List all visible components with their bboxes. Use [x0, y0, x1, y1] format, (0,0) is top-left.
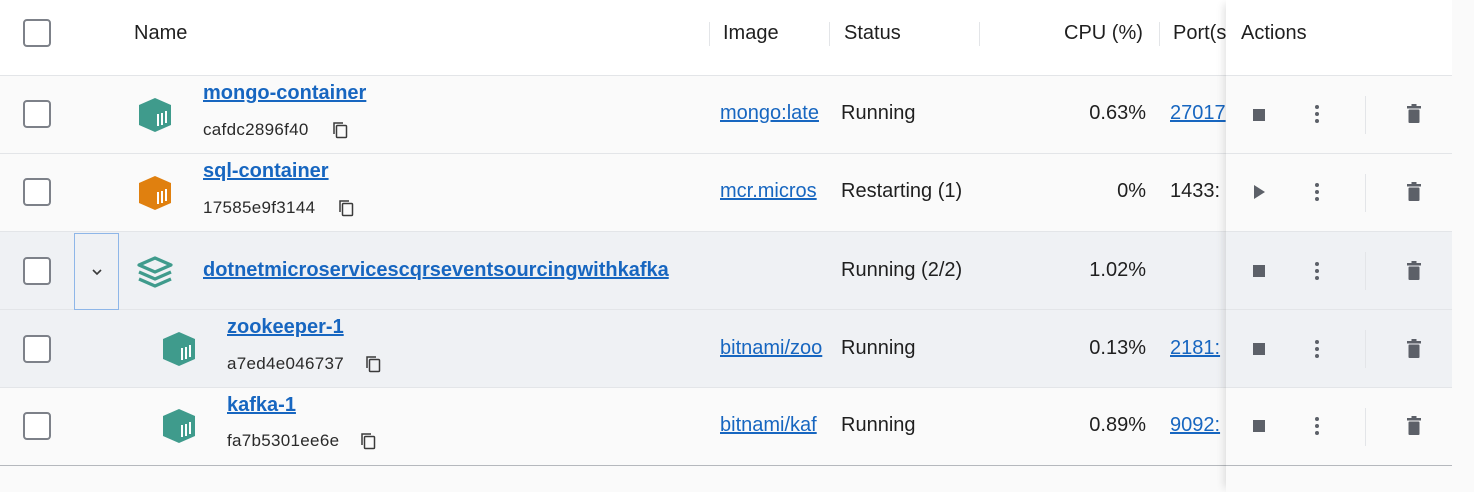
- more-options-icon[interactable]: [1315, 105, 1319, 126]
- image-link[interactable]: bitnami/kaf: [720, 414, 830, 437]
- divider: [1365, 408, 1366, 446]
- start-icon[interactable]: [1254, 185, 1265, 199]
- status-text: Running (2/2): [841, 259, 963, 281]
- copy-icon[interactable]: [365, 355, 381, 373]
- more-options-icon[interactable]: [1315, 340, 1319, 361]
- copy-icon[interactable]: [338, 199, 354, 217]
- row-checkbox[interactable]: [23, 100, 51, 128]
- column-divider[interactable]: [829, 22, 830, 46]
- column-header-ports[interactable]: Port(s: [1173, 22, 1226, 45]
- container-name-link[interactable]: zookeeper-1: [227, 316, 344, 339]
- containers-table: Name Image Status CPU (%) Port(s mongo-c…: [0, 0, 1474, 492]
- expand-toggle[interactable]: [74, 233, 119, 310]
- more-options-icon[interactable]: [1315, 262, 1319, 283]
- table-row-compose-project[interactable]: dotnetmicroservicescqrseventsourcingwith…: [0, 232, 1226, 310]
- cpu-value: 0.13%: [1089, 337, 1146, 359]
- container-name-link[interactable]: sql-container: [203, 160, 329, 183]
- table-row[interactable]: sql-container 17585e9f3144 mcr.micros Re…: [0, 154, 1226, 232]
- status-text: Running: [841, 337, 916, 359]
- container-icon: [139, 176, 171, 210]
- row-actions: [1226, 232, 1452, 310]
- image-link[interactable]: mongo:late: [720, 102, 830, 125]
- row-checkbox[interactable]: [23, 257, 51, 285]
- row-actions: [1226, 76, 1452, 154]
- trash-icon[interactable]: [1407, 339, 1421, 359]
- port-link[interactable]: 2181:: [1170, 337, 1226, 360]
- table-row[interactable]: kafka-1 fa7b5301ee6e bitnami/kaf Running…: [0, 388, 1226, 466]
- port-link[interactable]: 9092:: [1170, 414, 1226, 437]
- more-options-icon[interactable]: [1315, 417, 1319, 438]
- container-id: cafdc2896f40: [203, 120, 309, 139]
- divider: [1365, 252, 1366, 290]
- table-row[interactable]: mongo-container cafdc2896f40 mongo:late …: [0, 76, 1226, 154]
- image-link[interactable]: bitnami/zoo: [720, 337, 830, 360]
- image-link[interactable]: mcr.micros: [720, 180, 830, 203]
- trash-icon[interactable]: [1407, 104, 1421, 124]
- trash-icon[interactable]: [1407, 416, 1421, 436]
- stop-icon[interactable]: [1253, 265, 1265, 277]
- stop-icon[interactable]: [1253, 343, 1265, 355]
- row-checkbox[interactable]: [23, 412, 51, 440]
- cpu-value: 0.63%: [1089, 102, 1146, 124]
- container-name-link[interactable]: mongo-container: [203, 82, 366, 105]
- column-header-image[interactable]: Image: [723, 22, 779, 45]
- container-icon: [163, 409, 195, 443]
- column-header-name[interactable]: Name: [134, 22, 187, 45]
- chevron-down-icon: [92, 269, 102, 276]
- row-checkbox[interactable]: [23, 178, 51, 206]
- status-text: Running: [841, 102, 916, 124]
- actions-column: Actions: [1226, 0, 1452, 492]
- stop-icon[interactable]: [1253, 109, 1265, 121]
- status-text: Restarting (1): [841, 180, 963, 202]
- copy-icon[interactable]: [332, 121, 348, 139]
- row-actions: [1226, 154, 1452, 232]
- actions-header: Actions: [1226, 0, 1452, 76]
- container-icon: [139, 98, 171, 132]
- status-text: Running: [841, 414, 916, 436]
- row-actions: [1226, 310, 1452, 388]
- container-name-link[interactable]: kafka-1: [227, 394, 296, 417]
- trash-icon[interactable]: [1407, 261, 1421, 281]
- trash-icon[interactable]: [1407, 182, 1421, 202]
- container-id: a7ed4e046737: [227, 354, 345, 373]
- cpu-value: 1.02%: [1089, 259, 1146, 281]
- container-id: fa7b5301ee6e: [227, 431, 340, 450]
- divider: [1365, 96, 1366, 134]
- select-all-checkbox[interactable]: [23, 19, 51, 47]
- row-checkbox[interactable]: [23, 335, 51, 363]
- column-header-cpu[interactable]: CPU (%): [1064, 22, 1143, 45]
- column-divider[interactable]: [1159, 22, 1160, 46]
- divider: [1365, 330, 1366, 368]
- cpu-value: 0%: [1117, 180, 1146, 202]
- column-divider[interactable]: [979, 22, 980, 46]
- port-text: 1433:: [1170, 180, 1221, 202]
- port-link[interactable]: 27017: [1170, 102, 1226, 125]
- container-id: 17585e9f3144: [203, 198, 316, 217]
- stack-icon: [137, 256, 173, 288]
- table-header: Name Image Status CPU (%) Port(s: [0, 0, 1226, 76]
- column-header-status[interactable]: Status: [844, 22, 901, 45]
- cpu-value: 0.89%: [1089, 414, 1146, 436]
- column-divider[interactable]: [709, 22, 710, 46]
- container-icon: [163, 332, 195, 366]
- project-name-link[interactable]: dotnetmicroservicescqrseventsourcingwith…: [203, 259, 669, 282]
- table-row[interactable]: zookeeper-1 a7ed4e046737 bitnami/zoo Run…: [0, 310, 1226, 388]
- divider: [1365, 174, 1366, 212]
- stop-icon[interactable]: [1253, 420, 1265, 432]
- row-actions: [1226, 388, 1452, 466]
- more-options-icon[interactable]: [1315, 183, 1319, 204]
- column-header-actions: Actions: [1241, 22, 1307, 44]
- copy-icon[interactable]: [360, 432, 376, 450]
